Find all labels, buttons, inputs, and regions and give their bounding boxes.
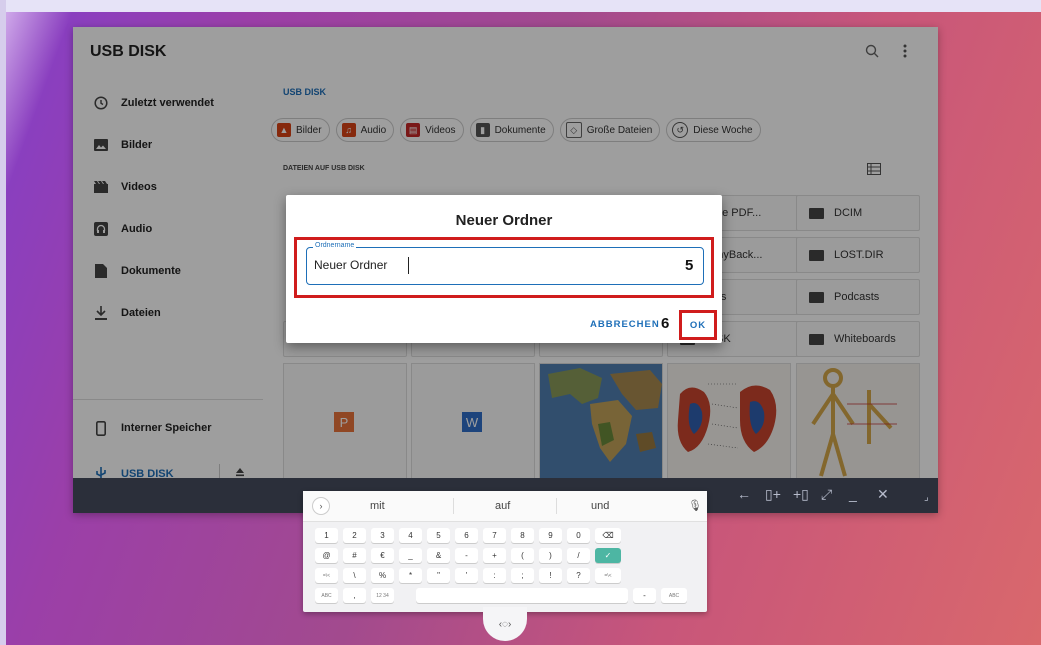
key[interactable]: - — [633, 588, 656, 603]
key[interactable]: / — [567, 548, 590, 563]
key[interactable]: % — [371, 568, 394, 583]
on-screen-keyboard: › mit auf und 🎙 1 2 3 4 5 6 7 8 9 0 ⌫ @ # € _ & - +() / ✓ =\… — [303, 491, 707, 612]
move-icon: ‹◌› — [498, 618, 512, 630]
folder-name-input[interactable] — [314, 258, 614, 272]
key[interactable]: ( — [511, 548, 534, 563]
suggestion-bar: › mit auf und 🎙 — [303, 491, 707, 522]
key[interactable]: \ — [343, 568, 366, 583]
key[interactable]: ABC — [661, 588, 687, 603]
key[interactable]: 9 — [539, 528, 562, 543]
window-right-icon[interactable]: +▯ — [793, 486, 809, 503]
key[interactable]: =\< — [315, 568, 338, 583]
minimize-icon[interactable]: _ — [849, 486, 857, 502]
key[interactable]: 3 — [371, 528, 394, 543]
back-arrow-icon[interactable]: ← — [737, 486, 751, 502]
step-5-label: 5 — [685, 257, 694, 274]
close-icon[interactable]: ✕ — [877, 486, 889, 503]
key[interactable]: 4 — [399, 528, 422, 543]
highlight-box: OK — [679, 310, 717, 340]
key[interactable]: " — [427, 568, 450, 583]
key[interactable]: 2 — [343, 528, 366, 543]
key[interactable]: * — [399, 568, 422, 583]
divider — [453, 498, 454, 514]
suggestion[interactable]: mit — [370, 500, 385, 512]
resize-corner-icon[interactable]: ⌟ — [924, 492, 929, 503]
backspace-key[interactable]: ⌫ — [595, 528, 621, 543]
window-left-icon[interactable]: ▯+ — [765, 486, 781, 503]
suggestion[interactable]: und — [591, 500, 609, 512]
step-6-label: 6 — [661, 315, 670, 332]
keyboard-drag-handle[interactable]: ‹◌› — [483, 607, 527, 641]
key[interactable]: @ — [315, 548, 338, 563]
microphone-icon[interactable]: 🎙 — [688, 499, 702, 512]
key[interactable]: _ — [399, 548, 422, 563]
enter-key[interactable]: ✓ — [595, 548, 621, 563]
key[interactable]: & — [427, 548, 450, 563]
key[interactable]: , — [343, 588, 366, 603]
key[interactable]: # — [343, 548, 366, 563]
key[interactable]: 5 — [427, 528, 450, 543]
key[interactable]: ABC — [315, 588, 338, 603]
key[interactable]: € — [371, 548, 394, 563]
suggestion[interactable]: auf — [495, 500, 510, 512]
maximize-icon[interactable]: ⤢ — [821, 486, 832, 503]
key[interactable]: =\< — [595, 568, 621, 583]
key[interactable]: : — [483, 568, 506, 583]
key[interactable]: 1 — [315, 528, 338, 543]
key[interactable]: + — [483, 548, 506, 563]
key[interactable]: ! — [539, 568, 562, 583]
space-key[interactable] — [416, 588, 628, 603]
folder-name-field[interactable]: Ordnername 5 — [306, 242, 704, 285]
key[interactable]: 12 34 — [371, 588, 394, 603]
top-band — [0, 0, 1041, 12]
text-caret — [408, 257, 409, 274]
expand-icon[interactable]: › — [313, 498, 329, 514]
ok-button[interactable]: OK — [690, 320, 706, 331]
key[interactable]: - — [455, 548, 478, 563]
field-label: Ordnername — [313, 242, 357, 249]
key[interactable]: ? — [567, 568, 590, 583]
key[interactable]: ' — [455, 568, 478, 583]
divider — [556, 498, 557, 514]
key[interactable]: 8 — [511, 528, 534, 543]
left-band — [0, 0, 6, 645]
dialog-title: Neuer Ordner — [455, 212, 553, 229]
key[interactable]: 7 — [483, 528, 506, 543]
key[interactable]: ; — [511, 568, 534, 583]
cancel-button[interactable]: ABBRECHEN — [590, 319, 660, 330]
key[interactable]: 6 — [455, 528, 478, 543]
key[interactable]: 0 — [567, 528, 590, 543]
new-folder-dialog: Neuer Ordner Ordnername 5 ABBRECHEN 6 OK — [286, 195, 722, 343]
key[interactable]: ) — [539, 548, 562, 563]
